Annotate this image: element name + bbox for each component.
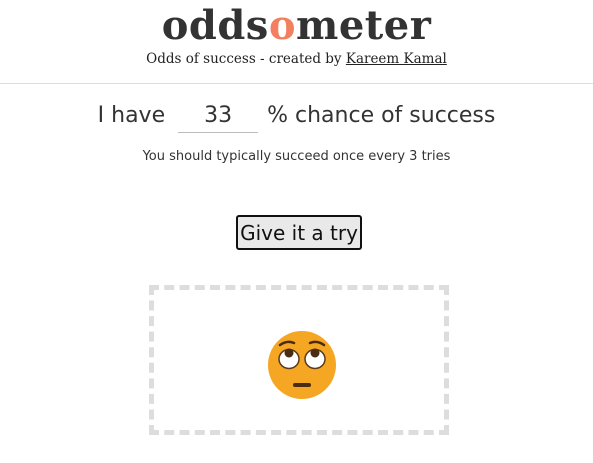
result-box [149,285,449,435]
success-hint-text: You should typically succeed once every … [142,149,451,164]
chance-percent-input[interactable] [178,99,259,133]
site-header: oddsometer Odds of success - created by … [0,0,593,84]
face-with-rolling-eyes-icon [268,331,336,399]
chance-prefix-label: I have [97,103,166,128]
give-it-a-try-button[interactable]: Give it a try [236,215,362,250]
author-link[interactable]: Kareem Kamal [346,51,447,67]
chance-suffix-label: % chance of success [267,103,496,128]
site-logo: oddsometer [161,2,432,49]
site-tagline: Odds of success - created by Kareem Kama… [0,49,593,69]
tagline-text: Odds of success - created by [146,51,346,67]
chance-row: I have % chance of success [0,99,593,133]
logo-accent-letter: o [268,2,297,49]
